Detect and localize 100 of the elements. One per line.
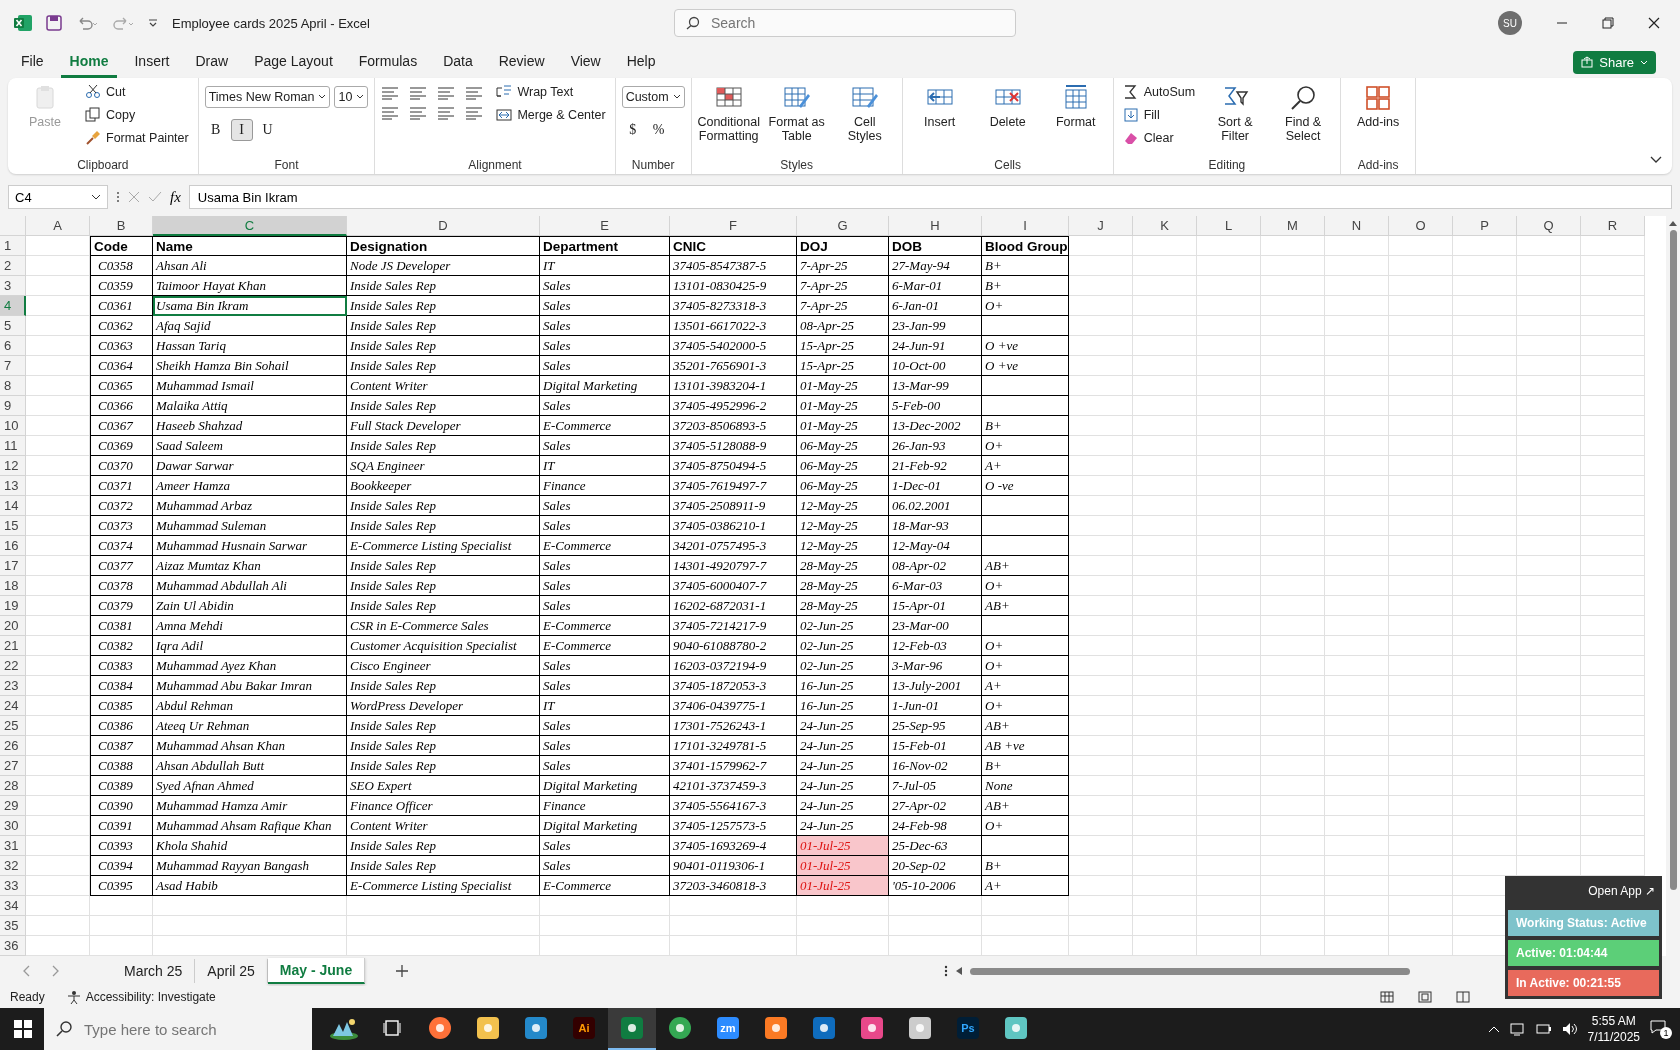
formula-field[interactable]: Usama Bin Ikram bbox=[188, 185, 1672, 209]
dropdown-field[interactable]: Times New Roman bbox=[204, 86, 331, 108]
column-header[interactable]: D bbox=[347, 216, 540, 236]
row-header[interactable]: 33 bbox=[0, 876, 26, 896]
row-header[interactable]: 28 bbox=[0, 776, 26, 796]
row-header[interactable]: 35 bbox=[0, 916, 26, 936]
row-header[interactable]: 20 bbox=[0, 616, 26, 636]
menu-tab[interactable]: Help bbox=[617, 46, 665, 78]
align-icon[interactable] bbox=[381, 86, 400, 100]
clock-time[interactable]: 5:55 AM bbox=[1591, 1013, 1636, 1029]
ribbon-button[interactable]: Copy bbox=[82, 105, 192, 125]
user-avatar[interactable]: SU bbox=[1498, 11, 1522, 35]
row-header[interactable]: 30 bbox=[0, 816, 26, 836]
scroll-up-icon[interactable] bbox=[1669, 220, 1677, 226]
toggle-button[interactable]: B bbox=[204, 119, 227, 141]
ribbon-button[interactable]: Format bbox=[1044, 82, 1107, 131]
toggle-button[interactable]: % bbox=[647, 119, 670, 141]
column-header[interactable]: C bbox=[153, 216, 347, 236]
ribbon-button[interactable]: Find & Select bbox=[1272, 82, 1335, 145]
menu-tab[interactable]: Insert bbox=[125, 46, 179, 78]
taskbar-search-field[interactable]: Type here to search bbox=[44, 1008, 312, 1050]
row-header[interactable]: 9 bbox=[0, 396, 26, 416]
row-header[interactable]: 3 bbox=[0, 276, 26, 296]
ribbon-button[interactable]: Wrap Text bbox=[493, 82, 609, 102]
row-header[interactable]: 19 bbox=[0, 596, 26, 616]
ribbon-button[interactable]: Clear bbox=[1119, 128, 1199, 148]
windows-start-icon[interactable] bbox=[14, 1020, 32, 1038]
column-header[interactable]: R bbox=[1581, 216, 1645, 236]
ribbon-button[interactable]: Format as Table bbox=[765, 82, 828, 145]
column-header[interactable]: P bbox=[1453, 216, 1517, 236]
column-header[interactable]: B bbox=[90, 216, 153, 236]
column-header[interactable]: L bbox=[1197, 216, 1261, 236]
align-icon[interactable] bbox=[437, 106, 456, 120]
battery-icon[interactable] bbox=[1535, 1023, 1552, 1035]
page-layout-icon[interactable] bbox=[1418, 991, 1432, 1003]
row-header[interactable]: 15 bbox=[0, 516, 26, 536]
row-header[interactable]: 29 bbox=[0, 796, 26, 816]
menu-tab[interactable]: Formulas bbox=[349, 46, 427, 78]
row-header[interactable]: 24 bbox=[0, 696, 26, 716]
add-sheet-icon[interactable] bbox=[395, 964, 410, 978]
row-header[interactable]: 6 bbox=[0, 336, 26, 356]
menu-tab[interactable]: Data bbox=[434, 46, 482, 78]
align-icon[interactable] bbox=[381, 106, 400, 120]
share-button[interactable]: Share bbox=[1573, 50, 1656, 74]
column-header[interactable]: I bbox=[982, 216, 1069, 236]
notification-button[interactable]: 1 bbox=[1650, 1019, 1672, 1039]
align-icon[interactable] bbox=[409, 86, 428, 100]
row-header[interactable]: 5 bbox=[0, 316, 26, 336]
sheet-tab[interactable]: April 25 bbox=[195, 959, 268, 983]
speaker-icon[interactable] bbox=[1561, 1022, 1578, 1036]
row-header[interactable]: 17 bbox=[0, 556, 26, 576]
open-app-link[interactable]: Open App ↗ bbox=[1584, 882, 1659, 906]
horizontal-scrollbar[interactable] bbox=[970, 967, 1410, 975]
clock-date[interactable]: 7/11/2025 bbox=[1587, 1029, 1640, 1045]
ribbon-button[interactable]: Insert bbox=[908, 82, 971, 131]
column-header[interactable]: A bbox=[26, 216, 90, 236]
ribbon-button[interactable]: Fill bbox=[1119, 105, 1199, 125]
sheet-tab[interactable]: May - June bbox=[267, 958, 366, 984]
row-header[interactable]: 36 bbox=[0, 936, 26, 956]
toggle-button[interactable]: I bbox=[230, 119, 253, 141]
row-header[interactable]: 31 bbox=[0, 836, 26, 856]
column-header[interactable]: H bbox=[889, 216, 982, 236]
ribbon-button[interactable]: Cell Styles bbox=[833, 82, 896, 145]
menu-tab[interactable]: Draw bbox=[186, 46, 238, 78]
row-header[interactable]: 21 bbox=[0, 636, 26, 656]
row-header[interactable]: 32 bbox=[0, 856, 26, 876]
search-field[interactable]: Search bbox=[674, 9, 1016, 37]
taskbar-app[interactable]: Ai bbox=[560, 1008, 608, 1050]
dropdown-field[interactable]: Custom bbox=[621, 86, 685, 108]
save-icon[interactable] bbox=[46, 15, 62, 31]
align-icon[interactable] bbox=[437, 86, 456, 100]
dropdown-field[interactable]: 10 bbox=[334, 86, 369, 108]
column-header[interactable]: F bbox=[670, 216, 797, 236]
row-header[interactable]: 18 bbox=[0, 576, 26, 596]
ribbon-button[interactable]: Merge & Center bbox=[493, 105, 609, 125]
row-header[interactable]: 26 bbox=[0, 736, 26, 756]
column-header[interactable]: J bbox=[1069, 216, 1133, 236]
row-header[interactable]: 16 bbox=[0, 536, 26, 556]
ribbon-button[interactable]: Cut bbox=[82, 82, 192, 102]
row-header[interactable]: 8 bbox=[0, 376, 26, 396]
customize-caret-icon[interactable] bbox=[148, 18, 158, 28]
page-break-icon[interactable] bbox=[1456, 991, 1470, 1003]
row-header[interactable]: 7 bbox=[0, 356, 26, 376]
ribbon-button[interactable]: Sort & Filter bbox=[1204, 82, 1267, 145]
column-header[interactable]: K bbox=[1133, 216, 1197, 236]
row-header[interactable]: 14 bbox=[0, 496, 26, 516]
row-header[interactable]: 13 bbox=[0, 476, 26, 496]
column-header[interactable]: N bbox=[1325, 216, 1389, 236]
sheet-tab[interactable]: March 25 bbox=[112, 959, 196, 983]
row-header[interactable]: 34 bbox=[0, 896, 26, 916]
restore-icon[interactable] bbox=[1602, 17, 1614, 29]
row-header[interactable]: 1 bbox=[0, 236, 26, 256]
previous-sheet-icon[interactable] bbox=[22, 965, 30, 977]
column-header[interactable]: G bbox=[797, 216, 889, 236]
menu-tab[interactable]: File bbox=[12, 46, 53, 78]
column-header[interactable]: M bbox=[1261, 216, 1325, 236]
row-header[interactable]: 25 bbox=[0, 716, 26, 736]
align-icon[interactable] bbox=[409, 106, 428, 120]
ribbon-button[interactable]: Conditional Formatting bbox=[697, 82, 760, 145]
row-header[interactable]: 10 bbox=[0, 416, 26, 436]
